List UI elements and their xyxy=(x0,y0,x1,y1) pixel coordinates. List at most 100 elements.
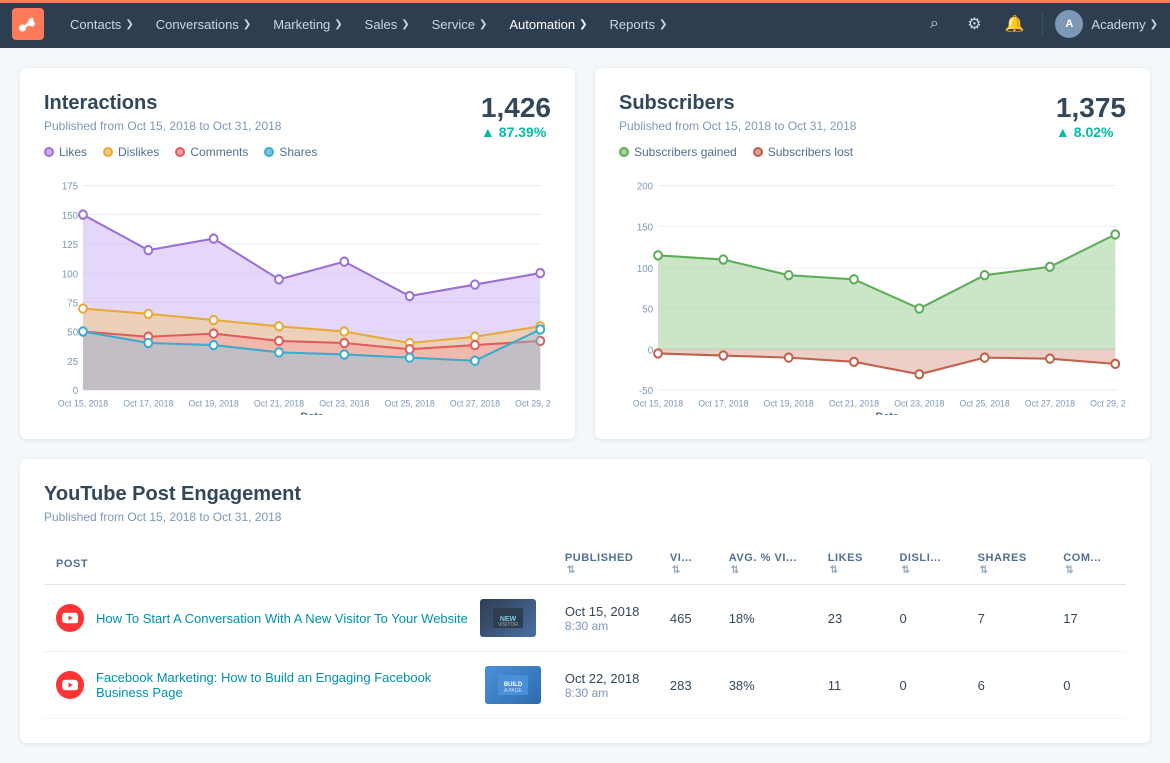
youtube-icon-2 xyxy=(56,671,84,699)
avg-view-2: 38% xyxy=(717,652,816,719)
nav-items: Contacts ❯ Conversations ❯ Marketing ❯ S… xyxy=(60,11,918,38)
post-link-2[interactable]: Facebook Marketing: How to Build an Enga… xyxy=(96,670,473,700)
avg-view-1: 18% xyxy=(717,585,816,652)
col-avg-views[interactable]: AVG. % VI... ⇅ xyxy=(717,544,816,585)
col-comments[interactable]: COM... ⇅ xyxy=(1051,544,1126,585)
subscribers-metric-group: 1,375 ▲ 8.02% xyxy=(1056,92,1126,140)
subscribers-title: Subscribers xyxy=(619,92,856,115)
nav-contacts-label: Contacts xyxy=(70,17,121,32)
main-content: Interactions Published from Oct 15, 2018… xyxy=(0,48,1170,763)
svg-text:100: 100 xyxy=(62,269,79,280)
notifications-button[interactable]: 🔔 xyxy=(998,8,1030,40)
svg-text:Oct 19, 2018: Oct 19, 2018 xyxy=(764,398,814,408)
col-likes[interactable]: LIKES ⇅ xyxy=(816,544,888,585)
comments-dot xyxy=(175,147,185,157)
youtube-icon-1 xyxy=(56,604,84,632)
engagement-subtitle: Published from Oct 15, 2018 to Oct 31, 2… xyxy=(44,510,1126,524)
likes-dot xyxy=(44,147,54,157)
user-name: Academy xyxy=(1091,17,1145,32)
subscribers-subtitle: Published from Oct 15, 2018 to Oct 31, 2… xyxy=(619,119,856,133)
svg-text:Oct 29, 2018: Oct 29, 2018 xyxy=(1090,398,1126,408)
interactions-subtitle: Published from Oct 15, 2018 to Oct 31, 2… xyxy=(44,119,317,133)
nav-service[interactable]: Service ❯ xyxy=(422,11,498,38)
nav-divider xyxy=(1042,12,1043,36)
shares-dot xyxy=(264,147,274,157)
svg-text:125: 125 xyxy=(62,240,79,251)
lost-dot xyxy=(753,147,763,157)
navbar-right: ⌕ ⚙ 🔔 A Academy ❯ xyxy=(918,8,1158,40)
post-link-1[interactable]: How To Start A Conversation With A New V… xyxy=(96,611,468,626)
svg-text:Oct 27, 2018: Oct 27, 2018 xyxy=(450,398,500,408)
col-post: POST xyxy=(44,544,553,585)
svg-text:VISITOR: VISITOR xyxy=(498,622,518,628)
svg-text:Date: Date xyxy=(876,411,899,415)
nav-conversations-label: Conversations xyxy=(156,17,239,32)
legend-dislikes: Dislikes xyxy=(103,145,159,159)
user-menu[interactable]: Academy ❯ xyxy=(1091,17,1158,32)
interactions-card: Interactions Published from Oct 15, 2018… xyxy=(20,68,575,439)
interactions-svg: 175 150 125 100 75 50 25 0 xyxy=(44,175,551,415)
charts-row: Interactions Published from Oct 15, 2018… xyxy=(20,68,1150,439)
svg-text:0: 0 xyxy=(73,386,79,397)
svg-text:75: 75 xyxy=(67,298,78,309)
gained-dot xyxy=(619,147,629,157)
interactions-metric: 1,426 xyxy=(481,92,551,124)
top-border-accent xyxy=(0,0,1170,3)
dislikes-2: 0 xyxy=(887,652,965,719)
legend-lost: Subscribers lost xyxy=(753,145,853,159)
interactions-change: ▲ 87.39% xyxy=(481,124,551,140)
settings-button[interactable]: ⚙ xyxy=(958,8,990,40)
svg-text:150: 150 xyxy=(637,222,654,233)
svg-text:25: 25 xyxy=(67,357,78,368)
svg-text:175: 175 xyxy=(62,181,79,192)
svg-text:150: 150 xyxy=(62,211,79,222)
search-button[interactable]: ⌕ xyxy=(918,8,950,40)
dislikes-dot xyxy=(103,147,113,157)
col-published[interactable]: PUBLISHED ⇅ xyxy=(553,544,658,585)
views-1: 465 xyxy=(658,585,717,652)
comments-label: Comments xyxy=(190,145,248,159)
col-views[interactable]: VI... ⇅ xyxy=(658,544,717,585)
pub-date-2: Oct 22, 2018 xyxy=(565,671,646,686)
nav-automation[interactable]: Automation ❯ xyxy=(499,11,597,38)
subscribers-chart: 200 150 100 50 0 -50 xyxy=(619,175,1126,415)
nav-reports[interactable]: Reports ❯ xyxy=(600,11,678,38)
col-dislikes[interactable]: DISLI... ⇅ xyxy=(887,544,965,585)
avatar[interactable]: A xyxy=(1055,10,1083,38)
nav-reports-label: Reports xyxy=(610,17,656,32)
svg-text:Oct 27, 2018: Oct 27, 2018 xyxy=(1025,398,1075,408)
interactions-legend: Likes Dislikes Comments Shares xyxy=(44,145,317,159)
published-1: Oct 15, 2018 8:30 am xyxy=(553,585,658,652)
svg-text:50: 50 xyxy=(67,327,78,338)
shares-1: 7 xyxy=(966,585,1052,652)
svg-text:200: 200 xyxy=(637,181,654,192)
shares-2: 6 xyxy=(966,652,1052,719)
nav-contacts[interactable]: Contacts ❯ xyxy=(60,11,144,38)
subscribers-change: ▲ 8.02% xyxy=(1056,124,1126,140)
gained-label: Subscribers gained xyxy=(634,145,737,159)
subscribers-svg: 200 150 100 50 0 -50 xyxy=(619,175,1126,415)
table-head: POST PUBLISHED ⇅ VI... ⇅ AVG. % VI... ⇅ … xyxy=(44,544,1126,585)
subscribers-change-value: 8.02% xyxy=(1074,124,1114,140)
interactions-metric-group: 1,426 ▲ 87.39% xyxy=(481,92,551,140)
nav-sales[interactable]: Sales ❯ xyxy=(355,11,420,38)
engagement-section: YouTube Post Engagement Published from O… xyxy=(20,459,1150,743)
svg-text:Oct 23, 2018: Oct 23, 2018 xyxy=(319,398,369,408)
legend-comments: Comments xyxy=(175,145,248,159)
subscribers-header: Subscribers Published from Oct 15, 2018 … xyxy=(619,92,1126,167)
svg-text:100: 100 xyxy=(637,264,654,275)
table-row: Facebook Marketing: How to Build an Enga… xyxy=(44,652,1126,719)
nav-marketing[interactable]: Marketing ❯ xyxy=(263,11,352,38)
hubspot-logo[interactable] xyxy=(12,8,44,40)
svg-text:Oct 21, 2018: Oct 21, 2018 xyxy=(254,398,304,408)
post-thumb-2: BUILDA PAGE xyxy=(485,666,541,704)
svg-text:Oct 23, 2018: Oct 23, 2018 xyxy=(894,398,944,408)
nav-automation-label: Automation xyxy=(509,17,575,32)
col-shares[interactable]: SHARES ⇅ xyxy=(966,544,1052,585)
automation-chevron: ❯ xyxy=(579,19,587,30)
svg-text:0: 0 xyxy=(648,345,654,356)
pub-time-2: 8:30 am xyxy=(565,686,646,700)
subscribers-legend: Subscribers gained Subscribers lost xyxy=(619,145,856,159)
nav-conversations[interactable]: Conversations ❯ xyxy=(146,11,262,38)
svg-text:Oct 15, 2018: Oct 15, 2018 xyxy=(633,398,683,408)
